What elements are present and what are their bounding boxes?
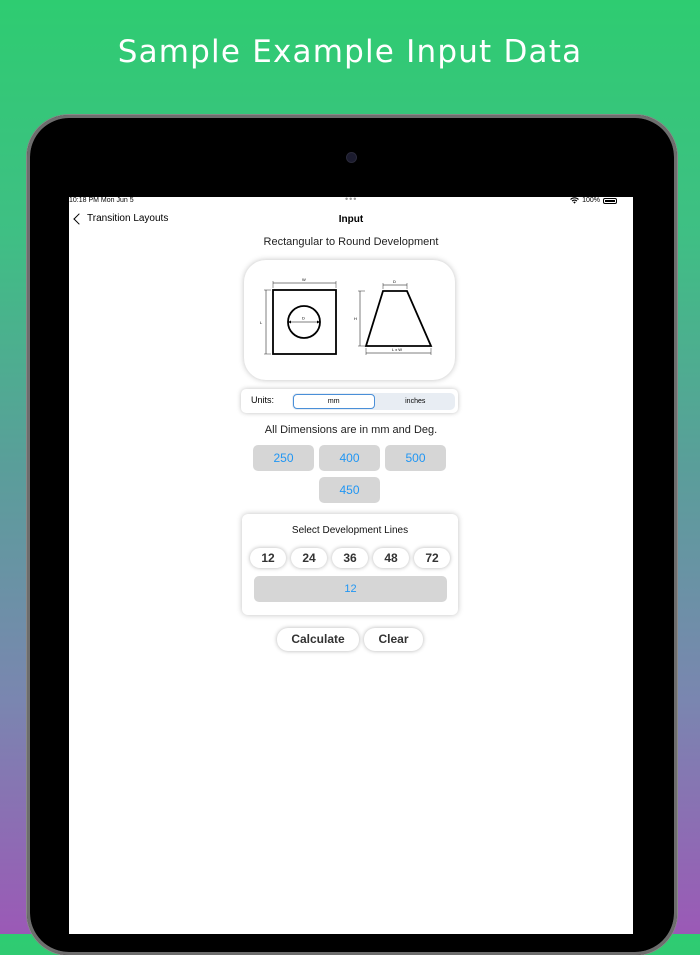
calculate-button[interactable]: Calculate xyxy=(277,628,359,651)
section-heading: Rectangular to Round Development xyxy=(263,236,439,248)
camera-icon xyxy=(347,153,356,162)
dimensions-note: All Dimensions are in mm and Deg. xyxy=(264,424,438,436)
battery-percent: 100% xyxy=(582,197,600,204)
app-screen: 10:18 PM Mon Jun 5 ••• 100% Transition L… xyxy=(69,197,633,934)
battery-icon xyxy=(603,197,617,204)
status-time: 10:18 PM Mon Jun 5 xyxy=(69,197,134,204)
diagram-width-label: W xyxy=(302,277,306,282)
dimension-input-2[interactable]: 400 xyxy=(319,445,380,471)
dimension-input-4[interactable]: 450 xyxy=(319,477,380,503)
page-title: Input xyxy=(338,214,364,225)
dimension-input-1[interactable]: 250 xyxy=(253,445,314,471)
units-label: Units: xyxy=(251,395,275,405)
units-selector-card: Units: mm inches xyxy=(241,389,458,413)
wifi-icon xyxy=(570,197,579,204)
development-lines-card: Select Development Lines 12 24 36 48 72 … xyxy=(242,514,458,615)
development-lines-input[interactable]: 12 xyxy=(254,576,447,602)
dev-lines-option-36[interactable]: 36 xyxy=(332,548,368,568)
units-option-mm[interactable]: mm xyxy=(293,394,375,409)
navigation-bar: Transition Layouts Input xyxy=(69,211,633,231)
diagram-card: D W L D H L x W xyxy=(244,260,455,380)
status-right: 100% xyxy=(570,197,617,204)
diagram-length-label: L xyxy=(260,320,263,325)
diagram-diameter-label: D xyxy=(302,316,305,321)
units-segmented-control[interactable]: mm inches xyxy=(292,393,455,410)
diagram-top-diameter-label: D xyxy=(393,279,396,284)
status-bar: 10:18 PM Mon Jun 5 ••• 100% xyxy=(69,197,633,207)
diagram-base-label: L x W xyxy=(392,347,402,352)
diagram-height-label: H xyxy=(354,316,357,321)
dev-lines-option-24[interactable]: 24 xyxy=(291,548,327,568)
rect-to-round-diagram: D W L D H L x W xyxy=(260,277,433,355)
multitask-dots[interactable]: ••• xyxy=(345,197,357,204)
dev-lines-option-48[interactable]: 48 xyxy=(373,548,409,568)
units-option-inches[interactable]: inches xyxy=(376,393,456,410)
development-lines-title: Select Development Lines xyxy=(291,525,409,536)
dev-lines-option-12[interactable]: 12 xyxy=(250,548,286,568)
dimension-input-3[interactable]: 500 xyxy=(385,445,446,471)
dev-lines-option-72[interactable]: 72 xyxy=(414,548,450,568)
promo-title: Sample Example Input Data xyxy=(117,34,583,70)
clear-button[interactable]: Clear xyxy=(364,628,423,651)
